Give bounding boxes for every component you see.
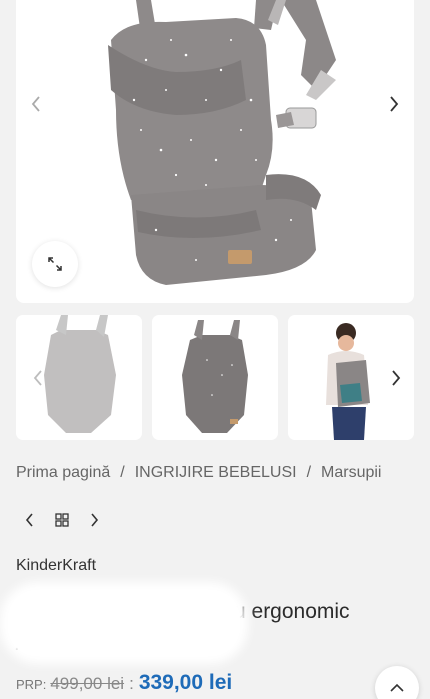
thumbnail-carrier-worn-by-model[interactable] xyxy=(288,315,414,440)
breadcrumb-subcategory-link[interactable]: Marsupii xyxy=(321,464,381,481)
product-title: u ergonomic xyxy=(234,600,350,623)
zoom-button[interactable] xyxy=(32,241,78,287)
redaction-overlay xyxy=(8,590,240,656)
chevron-left-icon xyxy=(33,370,42,386)
chevron-right-icon xyxy=(91,513,99,527)
chevron-right-icon xyxy=(390,96,399,112)
gallery-next-button[interactable] xyxy=(382,92,406,116)
breadcrumb-separator: / xyxy=(120,464,125,481)
thumbnail-carrier-front-faded[interactable] xyxy=(16,315,142,440)
thumbs-prev-button[interactable] xyxy=(26,366,50,390)
breadcrumb: Prima pagină / INGRIJIRE BEBELUSI / Marsupii xyxy=(16,464,381,482)
thumbnail-carrier-front[interactable] xyxy=(152,315,278,440)
current-price: 339,00 lei xyxy=(138,671,233,694)
previous-product-button[interactable] xyxy=(20,510,40,530)
back-to-category-button[interactable] xyxy=(52,510,72,530)
thumbnail-strip xyxy=(16,315,414,440)
breadcrumb-home-link[interactable]: Prima pagină xyxy=(16,464,110,481)
chevron-left-icon xyxy=(31,96,40,112)
breadcrumb-category-link[interactable]: INGRIJIRE BEBELUSI xyxy=(135,464,297,481)
carrier-thumbnail-image xyxy=(182,320,248,433)
product-navigation xyxy=(20,510,104,530)
gallery-prev-button[interactable] xyxy=(24,92,48,116)
chevron-right-icon xyxy=(392,370,401,386)
grid-icon xyxy=(55,513,69,527)
product-brand[interactable]: KinderKraft xyxy=(16,557,96,575)
chevron-left-icon xyxy=(25,513,33,527)
breadcrumb-separator: / xyxy=(306,464,312,481)
chevron-up-icon xyxy=(390,683,404,692)
price-separator: : xyxy=(129,674,134,693)
expand-icon xyxy=(48,257,62,271)
price-row: PRP: 499,00 lei : 339,00 lei xyxy=(16,671,232,695)
prp-label: PRP: xyxy=(16,677,47,692)
scroll-to-top-button[interactable] xyxy=(375,666,419,699)
thumbs-next-button[interactable] xyxy=(384,366,408,390)
next-product-button[interactable] xyxy=(84,510,104,530)
old-price: 499,00 lei xyxy=(50,674,125,693)
